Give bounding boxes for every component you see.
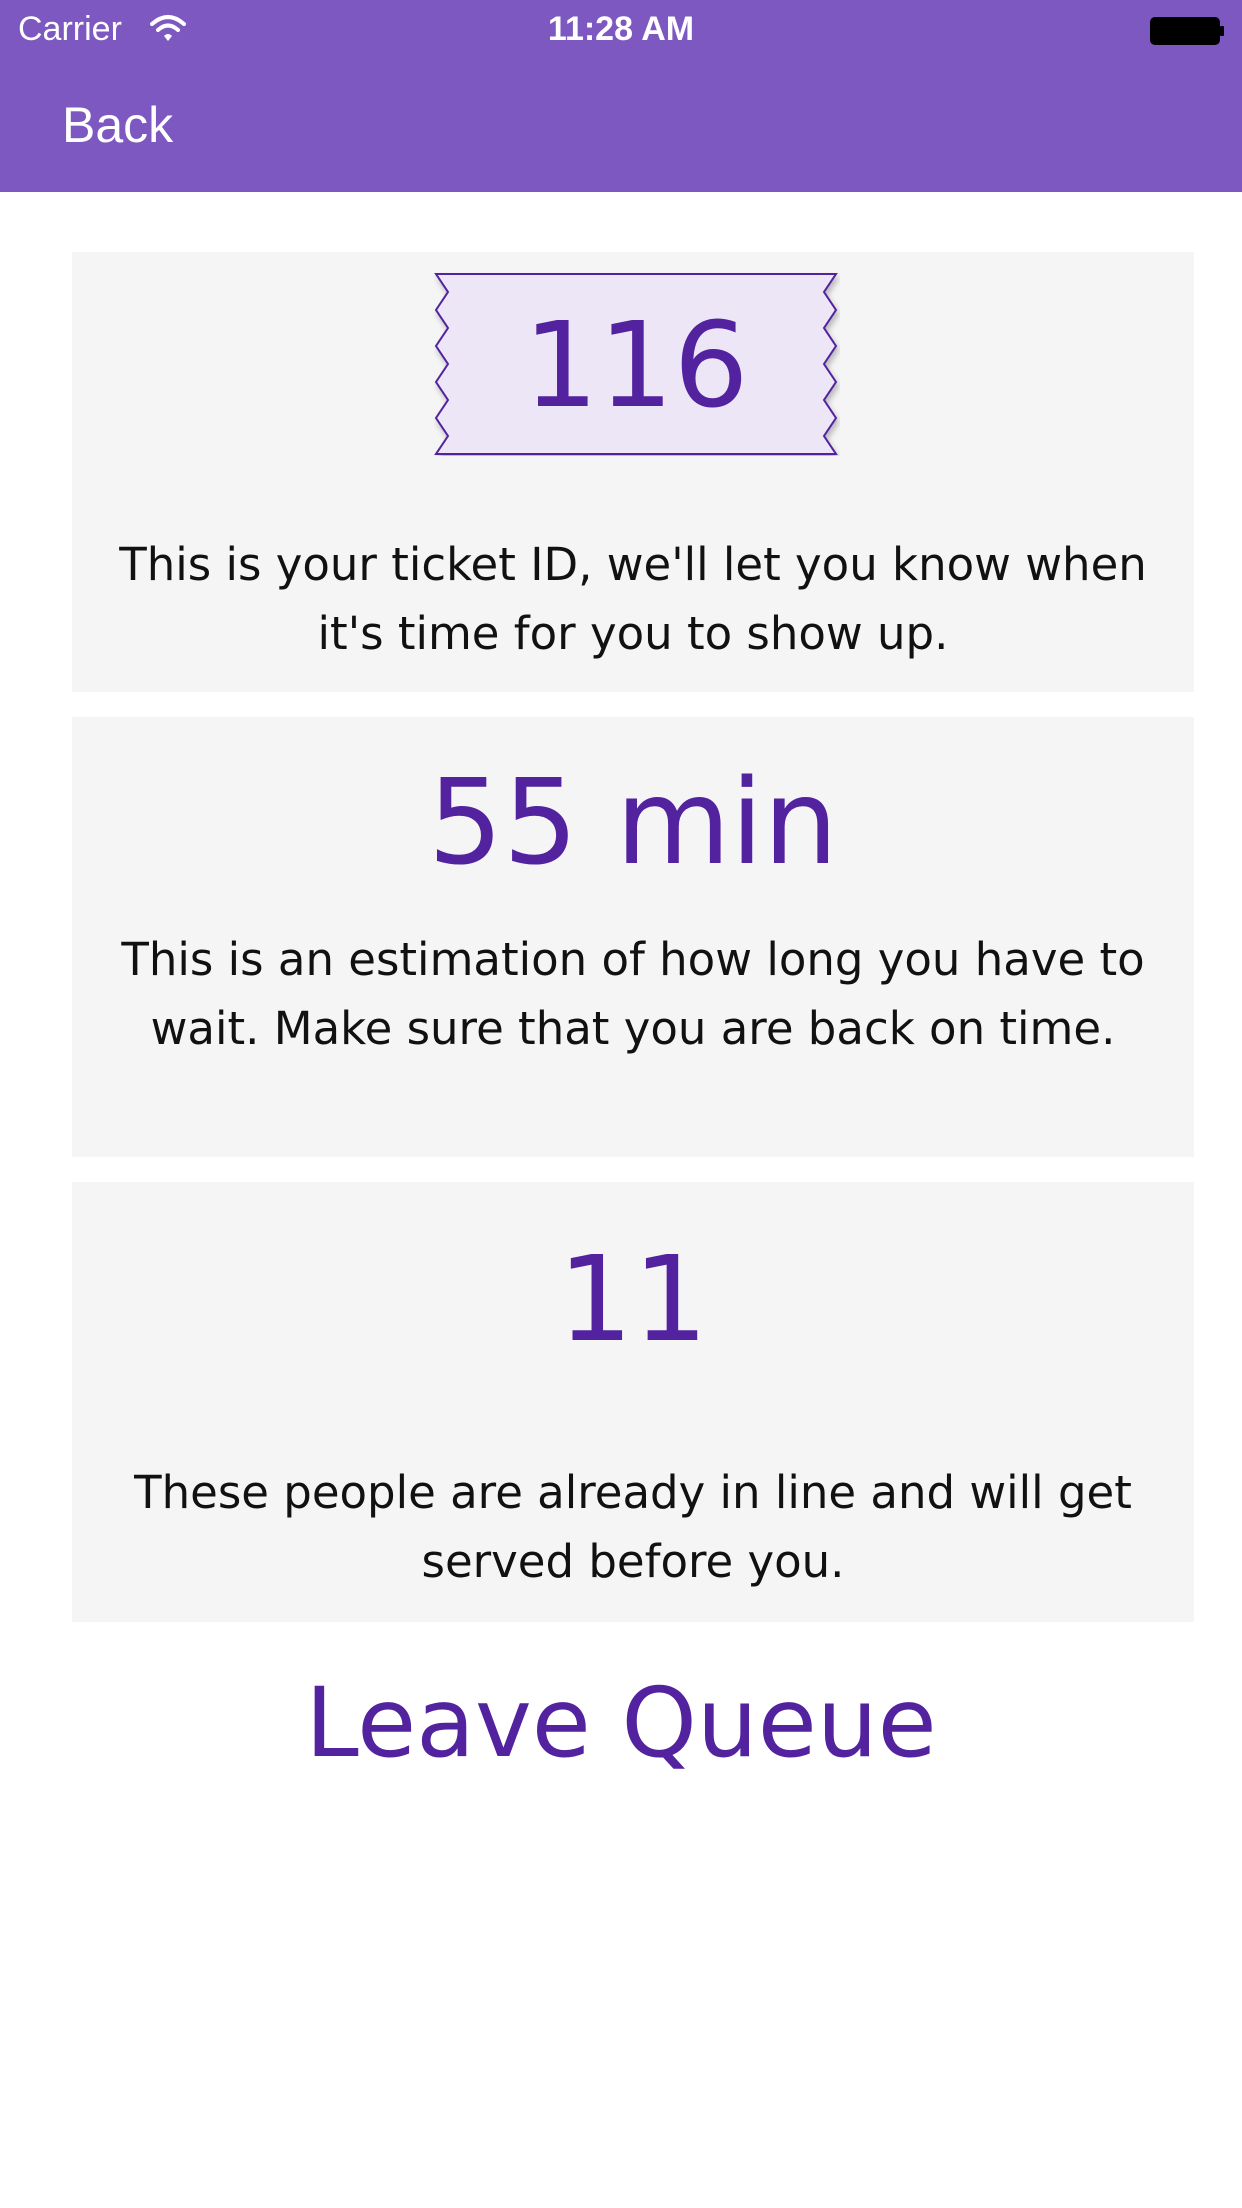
ticket-card: 116 This is your ticket ID, we'll let yo… <box>72 252 1194 692</box>
ticket-id: 116 <box>523 296 749 434</box>
battery-icon <box>1150 16 1226 46</box>
people-ahead-card: 11 These people are already in line and … <box>72 1182 1194 1622</box>
wait-time-value: 55 min <box>427 753 839 891</box>
navigation-header: Carrier 11:28 AM Back <box>0 0 1242 192</box>
wait-time-card: 55 min This is an estimation of how long… <box>72 717 1194 1157</box>
people-ahead-value: 11 <box>557 1230 709 1368</box>
ticket-stub: 116 <box>432 272 840 456</box>
ticket-description: This is your ticket ID, we'll let you kn… <box>119 538 1147 660</box>
back-button[interactable]: Back <box>62 96 173 154</box>
status-time: 11:28 AM <box>547 10 695 48</box>
queue-status-screen: Carrier 11:28 AM Back 116 This is your t… <box>0 0 1242 2208</box>
status-bar: Carrier 11:28 AM <box>0 0 1242 62</box>
leave-queue-button[interactable]: Leave Queue <box>0 1668 1242 1778</box>
wait-time-description: This is an estimation of how long you ha… <box>121 933 1145 1055</box>
people-ahead-description: These people are already in line and wil… <box>134 1466 1132 1588</box>
